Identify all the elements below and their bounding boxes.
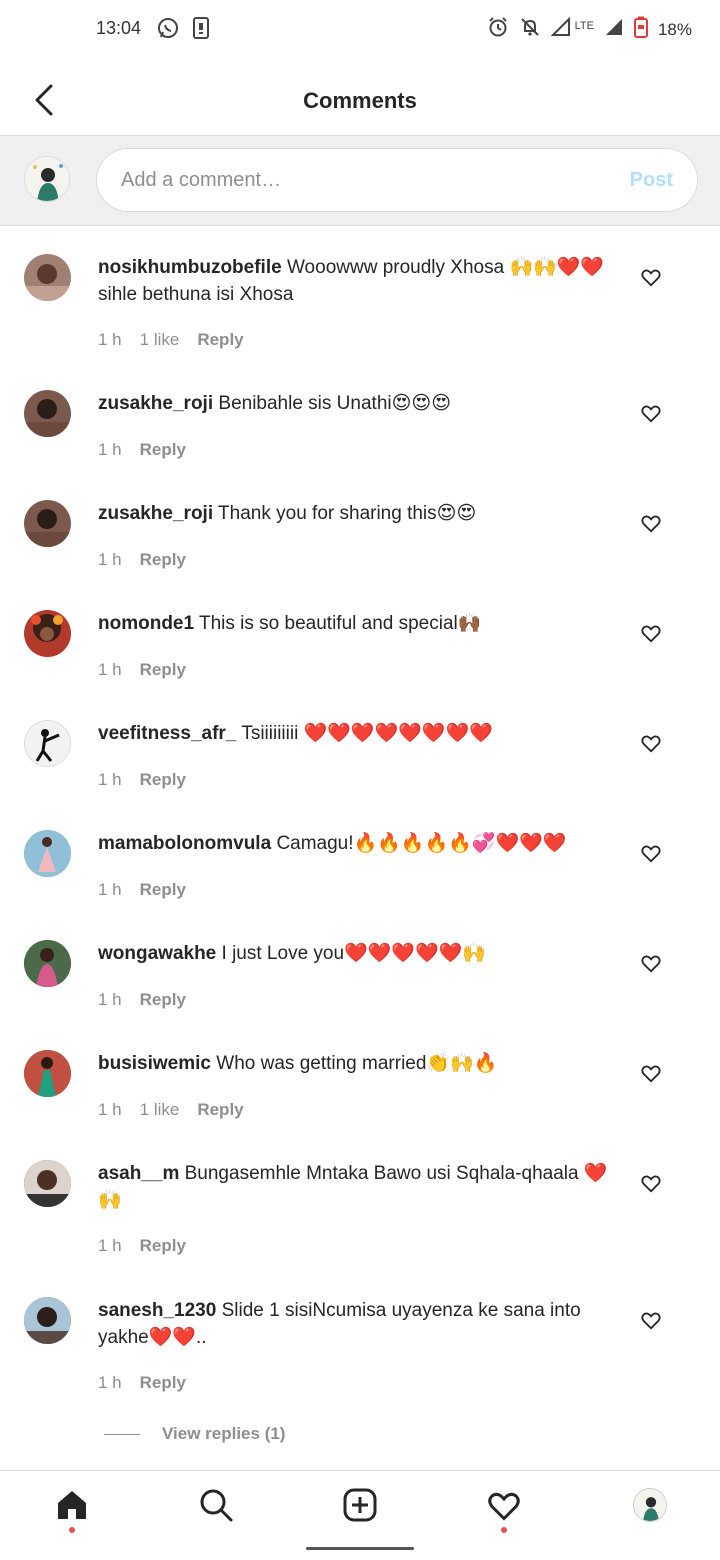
reply-button[interactable]: Reply: [140, 660, 186, 680]
comment-time: 1 h: [98, 1236, 122, 1255]
avatar[interactable]: [24, 610, 71, 657]
comment-time: 1 h: [98, 440, 122, 459]
reply-button[interactable]: Reply: [140, 990, 186, 1010]
comment-time: 1 h: [98, 880, 122, 899]
comment-likes[interactable]: 1 like: [140, 1100, 180, 1120]
lte-icon: LTE: [574, 19, 594, 32]
home-indicator[interactable]: [306, 1547, 414, 1550]
home-icon: [58, 1491, 86, 1519]
avatar[interactable]: [24, 720, 71, 767]
signal-icon: [550, 16, 571, 42]
reply-button[interactable]: Reply: [140, 1236, 186, 1256]
reply-button[interactable]: Reply: [140, 770, 186, 790]
add-post-icon: [343, 1488, 377, 1522]
comment-time: 1 h: [98, 1373, 122, 1392]
comment-username[interactable]: veefitness_afr_: [98, 723, 236, 744]
comment-text: Camagu!🔥🔥🔥🔥🔥💞❤️❤️❤️: [276, 833, 567, 854]
like-heart-icon[interactable]: [640, 1062, 662, 1084]
avatar[interactable]: [24, 1050, 71, 1097]
view-replies-button[interactable]: View replies (1): [104, 1424, 285, 1444]
avatar[interactable]: [24, 1160, 71, 1207]
view-replies-divider: [104, 1433, 140, 1435]
comment-username[interactable]: zusakhe_roji: [98, 503, 213, 524]
whatsapp-icon: [156, 16, 180, 45]
comment-text: This is so beautiful and special🙌🏾: [199, 613, 482, 634]
comment-text: Tsiiiiiiiii ❤️❤️❤️❤️❤️❤️❤️❤️: [241, 723, 493, 744]
post-button[interactable]: Post: [630, 169, 673, 192]
comment-composer: Post: [0, 136, 720, 226]
status-time: 13:04: [96, 18, 142, 38]
reply-button[interactable]: Reply: [140, 440, 186, 460]
battery-low-icon: [633, 16, 648, 43]
avatar[interactable]: [24, 1297, 71, 1344]
notification-dot: [69, 1527, 75, 1533]
profile-avatar: [633, 1488, 667, 1522]
like-heart-icon[interactable]: [640, 1309, 662, 1331]
like-heart-icon[interactable]: [640, 842, 662, 864]
comments-header: Comments: [0, 62, 720, 136]
comment-time: 1 h: [98, 990, 122, 1009]
comment-text: Who was getting married👏🙌🔥: [216, 1053, 498, 1074]
notification-dot: [501, 1527, 507, 1533]
comment-text: I just Love you❤️❤️❤️❤️❤️🙌: [221, 943, 486, 964]
avatar[interactable]: [24, 830, 71, 877]
like-heart-icon[interactable]: [640, 952, 662, 974]
nav-profile[interactable]: [630, 1485, 670, 1525]
sim-card-icon: [192, 16, 210, 45]
signal-icon: [604, 17, 624, 42]
comment-likes[interactable]: 1 like: [140, 330, 180, 350]
like-heart-icon[interactable]: [640, 512, 662, 534]
activity-heart-icon: [488, 1492, 520, 1521]
like-heart-icon[interactable]: [640, 622, 662, 644]
mute-icon: [519, 16, 541, 43]
comment-time: 1 h: [98, 550, 122, 569]
comment-username[interactable]: sanesh_1230: [98, 1300, 216, 1321]
bottom-navigation: [0, 1470, 720, 1536]
comment-text: Thank you for sharing this😍😍: [218, 503, 477, 524]
comment-time: 1 h: [98, 1100, 122, 1119]
search-icon: [200, 1489, 233, 1522]
nav-activity[interactable]: [484, 1485, 524, 1533]
comment-username[interactable]: zusakhe_roji: [98, 393, 213, 414]
nav-new-post[interactable]: [340, 1485, 380, 1525]
alarm-icon: [487, 16, 509, 43]
comment-username[interactable]: nomonde1: [98, 613, 194, 634]
like-heart-icon[interactable]: [640, 266, 662, 288]
like-heart-icon[interactable]: [640, 732, 662, 754]
comment-input[interactable]: [121, 149, 601, 211]
comment-username[interactable]: busisiwemic: [98, 1053, 211, 1074]
page-title: Comments: [303, 88, 417, 113]
avatar[interactable]: [24, 500, 71, 547]
battery-percent: 18%: [657, 19, 692, 39]
avatar[interactable]: [24, 390, 71, 437]
comment-time: 1 h: [98, 660, 122, 679]
comment-username[interactable]: nosikhumbuzobefile: [98, 257, 282, 278]
avatar[interactable]: [24, 254, 71, 301]
nav-home[interactable]: [52, 1485, 92, 1533]
comment-text: Benibahle sis Unathi😍😍😍: [218, 393, 452, 414]
avatar[interactable]: [24, 940, 71, 987]
reply-button[interactable]: Reply: [140, 1373, 186, 1393]
comment-username[interactable]: asah__m: [98, 1163, 179, 1184]
reply-button[interactable]: Reply: [140, 550, 186, 570]
comment-username[interactable]: wongawakhe: [98, 943, 216, 964]
comment-input-container: Post: [96, 148, 698, 212]
reply-button[interactable]: Reply: [140, 880, 186, 900]
like-heart-icon[interactable]: [640, 1172, 662, 1194]
status-bar: 13:04 LTE 18%: [0, 0, 720, 60]
current-user-avatar: [24, 156, 70, 202]
nav-search[interactable]: [196, 1485, 236, 1525]
like-heart-icon[interactable]: [640, 402, 662, 424]
reply-button[interactable]: Reply: [197, 330, 243, 350]
comment-username[interactable]: mamabolonomvula: [98, 833, 271, 854]
view-replies-label: View replies (1): [162, 1424, 286, 1443]
reply-button[interactable]: Reply: [197, 1100, 243, 1120]
comment-time: 1 h: [98, 770, 122, 789]
comment-time: 1 h: [98, 330, 122, 349]
